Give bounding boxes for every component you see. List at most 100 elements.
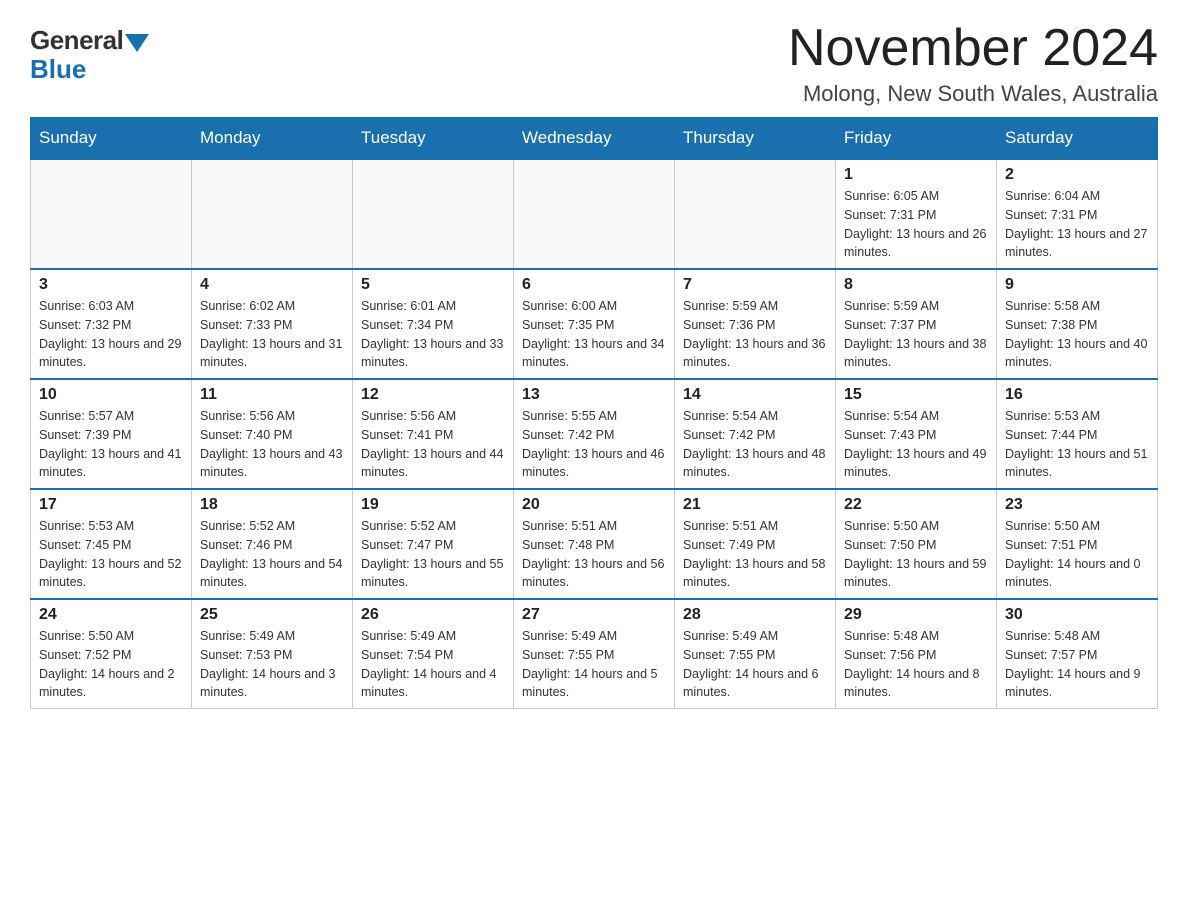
calendar-header: SundayMondayTuesdayWednesdayThursdayFrid… bbox=[31, 118, 1158, 160]
calendar-cell: 23Sunrise: 5:50 AM Sunset: 7:51 PM Dayli… bbox=[997, 489, 1158, 599]
day-info: Sunrise: 5:49 AM Sunset: 7:53 PM Dayligh… bbox=[200, 627, 344, 702]
day-number: 24 bbox=[39, 606, 183, 624]
calendar-cell: 22 Sunrise: 5:50 AM Sunset: 7:50 PM Dayli… bbox=[836, 489, 997, 599]
day-info: Sunrise: 5:53 AM Sunset: 7:45 PM Dayligh… bbox=[39, 517, 183, 592]
weekday-header-wednesday: Wednesday bbox=[514, 118, 675, 160]
day-number: 4 bbox=[200, 276, 344, 294]
day-info: Sunrise: 5:54 AM Sunset: 7:42 PM Dayligh… bbox=[683, 407, 827, 482]
day-info: Sunrise: 6:04 AM Sunset: 7:31 PM Dayligh… bbox=[1005, 187, 1149, 262]
day-number: 17 bbox=[39, 496, 183, 514]
calendar-cell: 13 Sunrise: 5:55 AM Sunset: 7:42 PM Dayli… bbox=[514, 379, 675, 489]
calendar-cell: 26 Sunrise: 5:49 AM Sunset: 7:54 PM Dayli… bbox=[353, 599, 514, 709]
day-info: Sunrise: 5:54 AM Sunset: 7:43 PM Dayligh… bbox=[844, 407, 988, 482]
calendar-cell: 30Sunrise: 5:48 AM Sunset: 7:57 PM Dayli… bbox=[997, 599, 1158, 709]
day-info: Sunrise: 5:50 AM Sunset: 7:51 PM Dayligh… bbox=[1005, 517, 1149, 592]
day-info: Sunrise: 5:55 AM Sunset: 7:42 PM Dayligh… bbox=[522, 407, 666, 482]
calendar-cell: 5 Sunrise: 6:01 AM Sunset: 7:34 PM Daylig… bbox=[353, 269, 514, 379]
day-number: 11 bbox=[200, 386, 344, 404]
day-number: 19 bbox=[361, 496, 505, 514]
day-info: Sunrise: 5:48 AM Sunset: 7:56 PM Dayligh… bbox=[844, 627, 988, 702]
weekday-header-friday: Friday bbox=[836, 118, 997, 160]
day-number: 25 bbox=[200, 606, 344, 624]
day-info: Sunrise: 5:59 AM Sunset: 7:36 PM Dayligh… bbox=[683, 297, 827, 372]
logo: General Blue bbox=[30, 20, 149, 85]
day-number: 1 bbox=[844, 166, 988, 184]
day-number: 8 bbox=[844, 276, 988, 294]
day-info: Sunrise: 6:05 AM Sunset: 7:31 PM Dayligh… bbox=[844, 187, 988, 262]
calendar-cell: 1 Sunrise: 6:05 AM Sunset: 7:31 PM Daylig… bbox=[836, 159, 997, 269]
calendar-cell: 9Sunrise: 5:58 AM Sunset: 7:38 PM Daylig… bbox=[997, 269, 1158, 379]
day-info: Sunrise: 5:52 AM Sunset: 7:47 PM Dayligh… bbox=[361, 517, 505, 592]
calendar-cell: 18 Sunrise: 5:52 AM Sunset: 7:46 PM Dayli… bbox=[192, 489, 353, 599]
calendar-cell bbox=[31, 159, 192, 269]
day-number: 18 bbox=[200, 496, 344, 514]
day-info: Sunrise: 5:57 AM Sunset: 7:39 PM Dayligh… bbox=[39, 407, 183, 482]
calendar-cell: 10 Sunrise: 5:57 AM Sunset: 7:39 PM Dayli… bbox=[31, 379, 192, 489]
week-row-4: 17 Sunrise: 5:53 AM Sunset: 7:45 PM Dayli… bbox=[31, 489, 1158, 599]
day-number: 22 bbox=[844, 496, 988, 514]
calendar-cell: 19 Sunrise: 5:52 AM Sunset: 7:47 PM Dayli… bbox=[353, 489, 514, 599]
calendar-table: SundayMondayTuesdayWednesdayThursdayFrid… bbox=[30, 117, 1158, 709]
weekday-header-tuesday: Tuesday bbox=[353, 118, 514, 160]
calendar-body: 1 Sunrise: 6:05 AM Sunset: 7:31 PM Daylig… bbox=[31, 159, 1158, 709]
title-area: November 2024 Molong, New South Wales, A… bbox=[788, 20, 1158, 107]
calendar-cell bbox=[514, 159, 675, 269]
day-number: 12 bbox=[361, 386, 505, 404]
weekday-header-monday: Monday bbox=[192, 118, 353, 160]
calendar-cell: 20Sunrise: 5:51 AM Sunset: 7:48 PM Dayli… bbox=[514, 489, 675, 599]
calendar-cell: 16 Sunrise: 5:53 AM Sunset: 7:44 PM Dayli… bbox=[997, 379, 1158, 489]
calendar-cell: 14 Sunrise: 5:54 AM Sunset: 7:42 PM Dayli… bbox=[675, 379, 836, 489]
calendar-cell bbox=[675, 159, 836, 269]
day-number: 14 bbox=[683, 386, 827, 404]
calendar-cell: 15Sunrise: 5:54 AM Sunset: 7:43 PM Dayli… bbox=[836, 379, 997, 489]
logo-blue-text: Blue bbox=[30, 54, 86, 85]
day-number: 10 bbox=[39, 386, 183, 404]
week-row-3: 10 Sunrise: 5:57 AM Sunset: 7:39 PM Dayli… bbox=[31, 379, 1158, 489]
day-info: Sunrise: 5:49 AM Sunset: 7:55 PM Dayligh… bbox=[683, 627, 827, 702]
day-info: Sunrise: 5:49 AM Sunset: 7:54 PM Dayligh… bbox=[361, 627, 505, 702]
calendar-cell: 29 Sunrise: 5:48 AM Sunset: 7:56 PM Dayli… bbox=[836, 599, 997, 709]
month-title: November 2024 bbox=[788, 20, 1158, 77]
calendar-cell: 4Sunrise: 6:02 AM Sunset: 7:33 PM Daylig… bbox=[192, 269, 353, 379]
calendar-cell: 3Sunrise: 6:03 AM Sunset: 7:32 PM Daylig… bbox=[31, 269, 192, 379]
week-row-5: 24Sunrise: 5:50 AM Sunset: 7:52 PM Dayli… bbox=[31, 599, 1158, 709]
week-row-1: 1 Sunrise: 6:05 AM Sunset: 7:31 PM Daylig… bbox=[31, 159, 1158, 269]
day-info: Sunrise: 5:58 AM Sunset: 7:38 PM Dayligh… bbox=[1005, 297, 1149, 372]
day-info: Sunrise: 5:51 AM Sunset: 7:49 PM Dayligh… bbox=[683, 517, 827, 592]
calendar-cell bbox=[192, 159, 353, 269]
day-info: Sunrise: 5:52 AM Sunset: 7:46 PM Dayligh… bbox=[200, 517, 344, 592]
calendar-cell: 11 Sunrise: 5:56 AM Sunset: 7:40 PM Dayli… bbox=[192, 379, 353, 489]
day-info: Sunrise: 5:53 AM Sunset: 7:44 PM Dayligh… bbox=[1005, 407, 1149, 482]
calendar-cell: 12 Sunrise: 5:56 AM Sunset: 7:41 PM Dayli… bbox=[353, 379, 514, 489]
logo-general-text: General bbox=[30, 25, 123, 56]
weekday-header-sunday: Sunday bbox=[31, 118, 192, 160]
day-info: Sunrise: 5:56 AM Sunset: 7:40 PM Dayligh… bbox=[200, 407, 344, 482]
day-info: Sunrise: 5:50 AM Sunset: 7:50 PM Dayligh… bbox=[844, 517, 988, 592]
day-info: Sunrise: 5:49 AM Sunset: 7:55 PM Dayligh… bbox=[522, 627, 666, 702]
calendar-cell: 28Sunrise: 5:49 AM Sunset: 7:55 PM Dayli… bbox=[675, 599, 836, 709]
day-number: 30 bbox=[1005, 606, 1149, 624]
day-info: Sunrise: 6:00 AM Sunset: 7:35 PM Dayligh… bbox=[522, 297, 666, 372]
day-info: Sunrise: 5:51 AM Sunset: 7:48 PM Dayligh… bbox=[522, 517, 666, 592]
calendar-cell: 17 Sunrise: 5:53 AM Sunset: 7:45 PM Dayli… bbox=[31, 489, 192, 599]
day-number: 7 bbox=[683, 276, 827, 294]
weekday-row: SundayMondayTuesdayWednesdayThursdayFrid… bbox=[31, 118, 1158, 160]
day-info: Sunrise: 5:56 AM Sunset: 7:41 PM Dayligh… bbox=[361, 407, 505, 482]
day-number: 26 bbox=[361, 606, 505, 624]
day-number: 16 bbox=[1005, 386, 1149, 404]
day-number: 21 bbox=[683, 496, 827, 514]
calendar-cell: 25 Sunrise: 5:49 AM Sunset: 7:53 PM Dayli… bbox=[192, 599, 353, 709]
day-info: Sunrise: 6:01 AM Sunset: 7:34 PM Dayligh… bbox=[361, 297, 505, 372]
calendar-cell: 2 Sunrise: 6:04 AM Sunset: 7:31 PM Daylig… bbox=[997, 159, 1158, 269]
week-row-2: 3Sunrise: 6:03 AM Sunset: 7:32 PM Daylig… bbox=[31, 269, 1158, 379]
logo-triangle-icon bbox=[125, 34, 149, 52]
calendar-cell: 24Sunrise: 5:50 AM Sunset: 7:52 PM Dayli… bbox=[31, 599, 192, 709]
day-number: 13 bbox=[522, 386, 666, 404]
day-number: 6 bbox=[522, 276, 666, 294]
day-number: 3 bbox=[39, 276, 183, 294]
calendar-cell bbox=[353, 159, 514, 269]
day-number: 29 bbox=[844, 606, 988, 624]
day-number: 5 bbox=[361, 276, 505, 294]
location-subtitle: Molong, New South Wales, Australia bbox=[788, 81, 1158, 107]
day-number: 2 bbox=[1005, 166, 1149, 184]
